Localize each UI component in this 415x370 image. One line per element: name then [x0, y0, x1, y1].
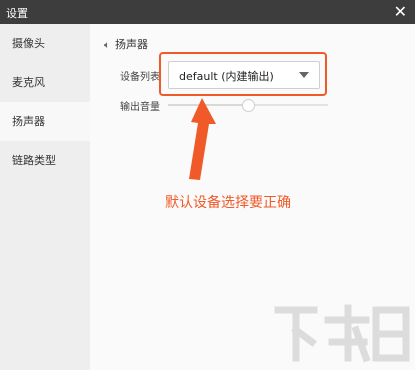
watermark-logo: [274, 304, 410, 363]
sidebar-item-speaker[interactable]: 扬声器: [0, 102, 90, 141]
window-title: 设置: [6, 7, 28, 20]
title-bar: 设置 ✕: [0, 0, 415, 24]
close-icon[interactable]: ✕: [394, 2, 407, 22]
annotation-text: 默认设备选择要正确: [165, 195, 291, 211]
annotation-arrow-icon: [189, 98, 216, 180]
sidebar-item-camera[interactable]: 摄像头: [0, 24, 90, 63]
sidebar-item-microphone[interactable]: 麦克风: [0, 63, 90, 102]
settings-sidebar: 摄像头 麦克风 扬声器 链路类型: [0, 24, 90, 370]
sidebar-item-link-type[interactable]: 链路类型: [0, 141, 90, 180]
